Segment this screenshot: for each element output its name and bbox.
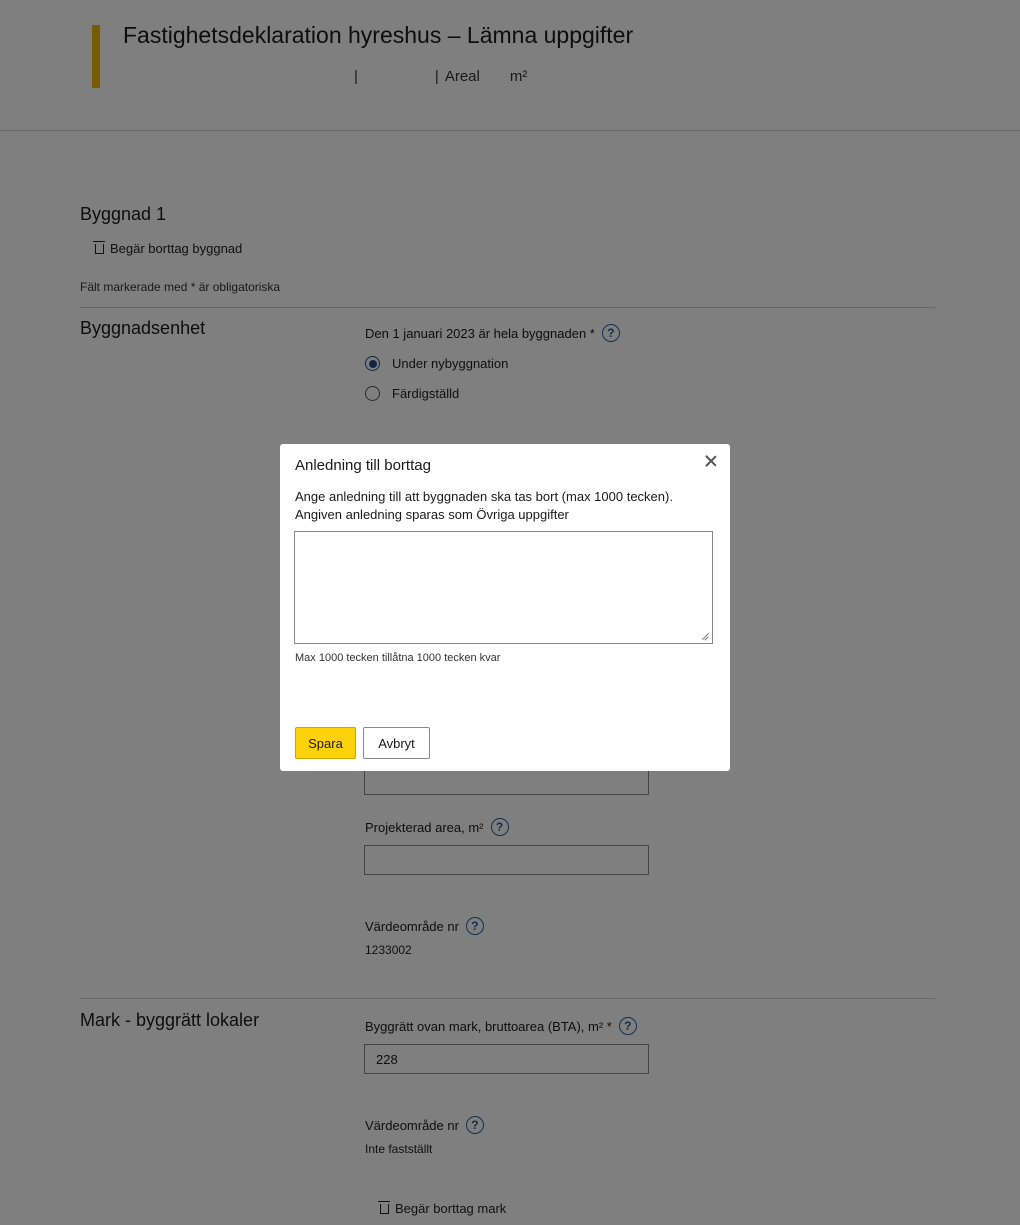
removal-reason-dialog: Anledning till borttag Ange anledning ti… bbox=[280, 444, 730, 771]
character-counter: Max 1000 tecken tillåtna 1000 tecken kva… bbox=[295, 652, 501, 664]
resize-grip-icon[interactable] bbox=[701, 632, 709, 640]
dialog-title: Anledning till borttag bbox=[295, 457, 431, 474]
dialog-description-line: Angiven anledning sparas som Övriga uppg… bbox=[295, 507, 569, 522]
dialog-description-line: Ange anledning till att byggnaden ska ta… bbox=[295, 489, 673, 504]
reason-textarea[interactable] bbox=[294, 531, 713, 644]
dialog-description: Ange anledning till att byggnaden ska ta… bbox=[295, 488, 673, 524]
cancel-button[interactable]: Avbryt bbox=[363, 727, 430, 759]
close-icon[interactable] bbox=[704, 454, 718, 468]
save-button[interactable]: Spara bbox=[295, 727, 356, 759]
